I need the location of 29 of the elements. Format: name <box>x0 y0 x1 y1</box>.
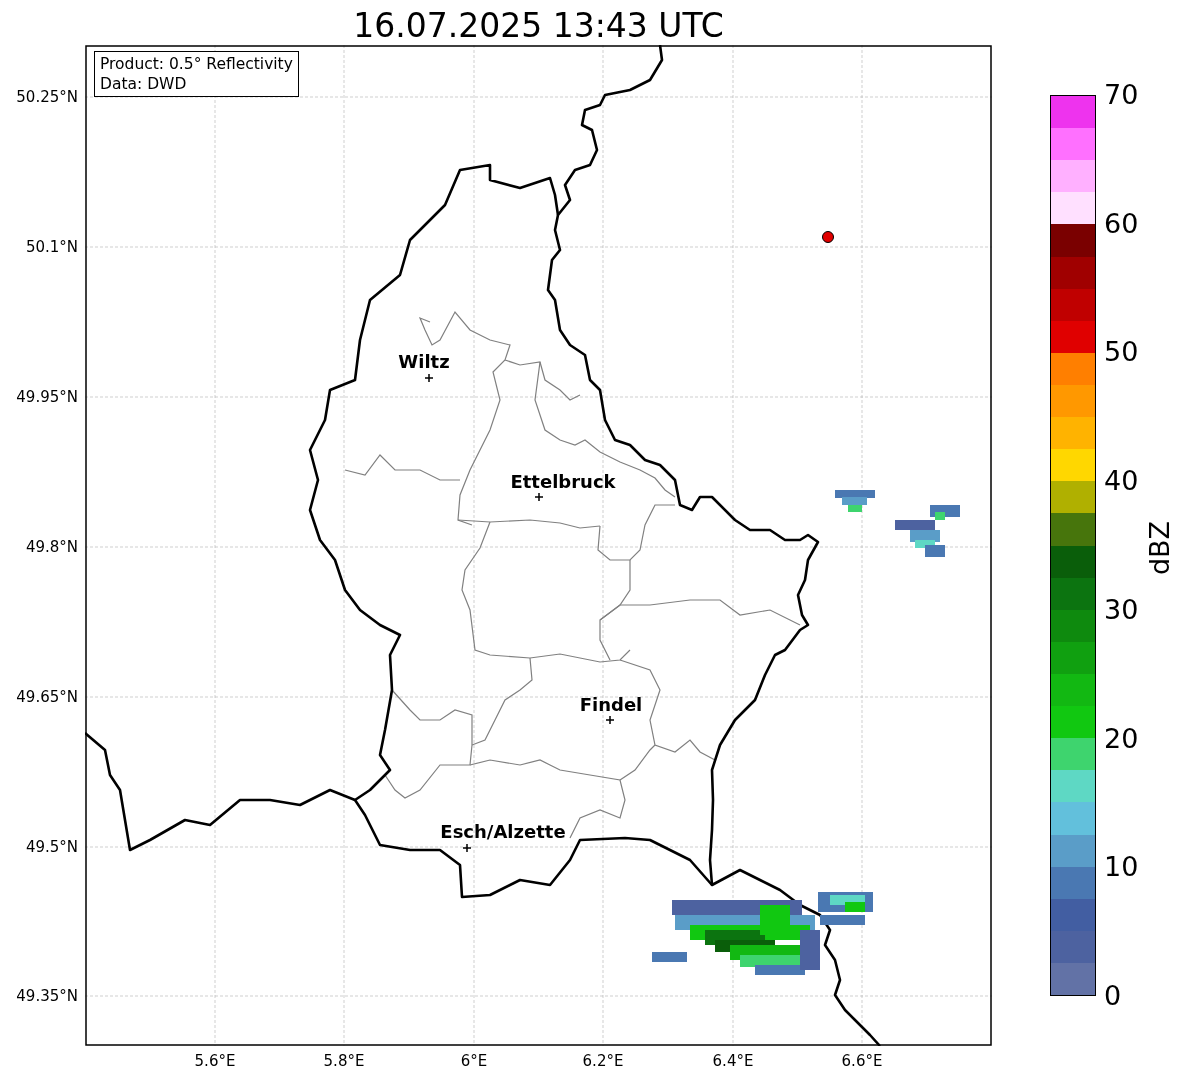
chart-title: 16.07.2025 13:43 UTC <box>352 5 725 47</box>
colorbar-tick-label: 40 <box>1104 466 1139 497</box>
colorbar-label: dBZ <box>1145 520 1175 576</box>
colorbar-tick-label: 70 <box>1104 80 1139 110</box>
colorbar-tick-label: 10 <box>1104 852 1139 883</box>
tick-label: 6°E <box>460 1052 488 1070</box>
colorbar-tick-label: 20 <box>1104 723 1139 754</box>
tick-label: 6.6°E <box>841 1052 883 1070</box>
tick-label: 50.1°N <box>25 238 78 256</box>
city-label: Findel <box>579 694 643 716</box>
colorbar-tick-label: 50 <box>1104 337 1139 368</box>
colorbar-tick-label: 60 <box>1104 208 1139 239</box>
tick-label: 6.2°E <box>582 1052 624 1070</box>
city-label: Wiltz <box>398 351 450 373</box>
tick-label: 6.4°E <box>712 1052 754 1070</box>
city-label: Esch/Alzette <box>440 821 566 843</box>
info-text: Product: 0.5° Reflectivity <box>100 54 293 74</box>
tick-label: 49.8°N <box>25 538 78 556</box>
tick-label: 5.6°E <box>194 1052 236 1070</box>
colorbar-tick-label: 30 <box>1104 594 1139 625</box>
tick-label: 49.5°N <box>25 838 78 856</box>
info-text: Data: DWD <box>100 74 188 94</box>
tick-label: 49.95°N <box>16 388 78 406</box>
city-label: Ettelbruck <box>510 471 616 493</box>
tick-label: 5.8°E <box>323 1052 365 1070</box>
tick-label: 49.65°N <box>16 688 78 706</box>
tick-label: 49.35°N <box>16 987 78 1005</box>
tick-label: 50.25°N <box>16 88 78 106</box>
colorbar-tick-label: 0 <box>1104 981 1122 1011</box>
